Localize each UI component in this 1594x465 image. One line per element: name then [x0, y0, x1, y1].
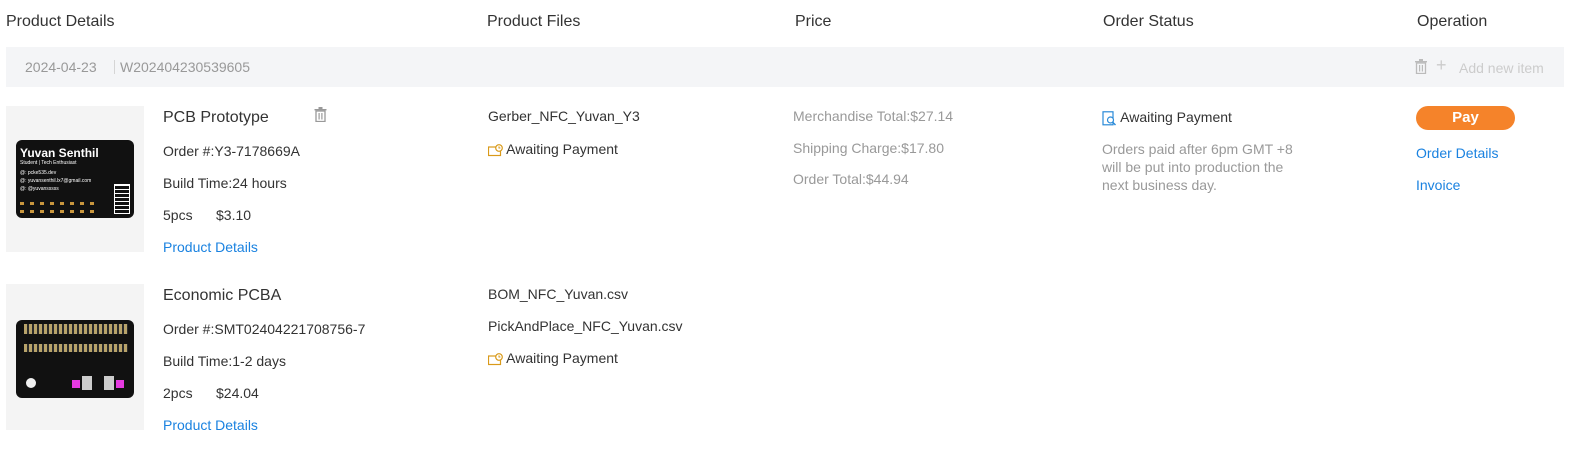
- led: [26, 378, 36, 388]
- quantity: 5pcs: [163, 207, 193, 223]
- trash-icon[interactable]: [1415, 59, 1427, 79]
- header-order-status: Order Status: [1103, 13, 1194, 30]
- table-header: Product Details Product Files Price Orde…: [0, 0, 1594, 44]
- thumb-name: Yuvan Senthil: [20, 146, 99, 160]
- product-name: PCB Prototype: [163, 109, 269, 126]
- file-status: Awaiting Payment: [488, 141, 618, 157]
- file-pending-icon: [488, 352, 503, 365]
- nfc-pattern: [114, 184, 130, 214]
- thumb-line-2: @: yuvansenthil.lx7@gmail.com: [20, 178, 92, 184]
- order-id: Order #:Y3-7178669A: [163, 143, 300, 159]
- invoice-link[interactable]: Invoice: [1416, 177, 1460, 193]
- file-name[interactable]: BOM_NFC_Yuvan.csv: [488, 286, 628, 302]
- quantity: 2pcs: [163, 385, 193, 401]
- divider: [114, 60, 115, 74]
- file-status: Awaiting Payment: [488, 350, 618, 366]
- unit-price: $3.10: [216, 207, 252, 223]
- pad-row: [20, 202, 100, 205]
- file-status-label: Awaiting Payment: [506, 350, 618, 366]
- component: [104, 376, 114, 390]
- header-operation: Operation: [1417, 13, 1488, 30]
- order-date: 2024-04-23: [25, 59, 97, 75]
- pad-row: [20, 210, 100, 213]
- header-price: Price: [795, 13, 832, 30]
- file-name[interactable]: Gerber_NFC_Yuvan_Y3: [488, 108, 640, 124]
- status-note: Orders paid after 6pm GMT +8 will be put…: [1102, 141, 1293, 193]
- pcb-image: Yuvan Senthil Student | Tech Enthusiast …: [16, 140, 134, 218]
- thumb-subtitle: Student | Tech Enthusiast: [20, 160, 77, 166]
- thumb-line-3: @: @yuvansssss: [20, 186, 59, 192]
- order-details-link[interactable]: Order Details: [1416, 145, 1498, 161]
- order-id: Order #:SMT02404221708756-7: [163, 321, 366, 337]
- thumb-line-1: @: pcke535.dev: [20, 170, 57, 176]
- header-product-details: Product Details: [6, 13, 115, 30]
- header-product-files: Product Files: [487, 13, 581, 30]
- product-thumbnail[interactable]: [6, 284, 144, 430]
- file-status-label: Awaiting Payment: [506, 141, 618, 157]
- product-details-link[interactable]: Product Details: [163, 239, 258, 255]
- build-time: Build Time:24 hours: [163, 175, 287, 191]
- plus-icon[interactable]: +: [1436, 56, 1447, 74]
- search-document-icon: [1102, 110, 1116, 126]
- shipping-charge: Shipping Charge:$17.80: [793, 140, 945, 156]
- build-time: Build Time:1-2 days: [163, 353, 286, 369]
- order-status-label: Awaiting Payment: [1120, 109, 1232, 125]
- order-summary-bar: 2024-04-23 W202404230539605 + Add new it…: [6, 47, 1564, 87]
- pay-button[interactable]: Pay: [1416, 106, 1515, 130]
- component: [116, 380, 124, 388]
- file-pending-icon: [488, 143, 503, 156]
- merchandise-total: Merchandise Total:$27.14: [793, 108, 954, 124]
- order-number: W202404230539605: [120, 59, 251, 75]
- product-details-link[interactable]: Product Details: [163, 417, 258, 433]
- component: [82, 376, 92, 390]
- header-pins: [24, 324, 128, 334]
- product-name: Economic PCBA: [163, 287, 282, 304]
- unit-price: $24.04: [216, 385, 259, 401]
- pcba-image: [16, 320, 134, 398]
- order-status: Awaiting Payment: [1102, 109, 1232, 126]
- trash-icon[interactable]: [314, 107, 327, 127]
- header-pins: [24, 344, 128, 352]
- file-name[interactable]: PickAndPlace_NFC_Yuvan.csv: [488, 318, 683, 334]
- product-thumbnail[interactable]: Yuvan Senthil Student | Tech Enthusiast …: [6, 106, 144, 252]
- component: [72, 380, 80, 388]
- order-total: Order Total:$44.94: [793, 171, 909, 187]
- add-new-item-link[interactable]: Add new item: [1459, 60, 1544, 76]
